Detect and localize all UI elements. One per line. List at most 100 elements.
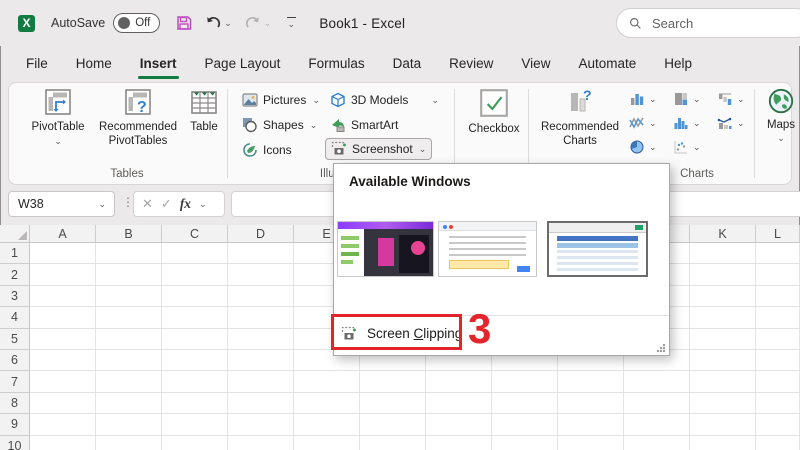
recommended-charts-button[interactable]: ? Recommended Charts xyxy=(537,87,623,149)
row-header-2[interactable]: 2 xyxy=(0,264,30,285)
cell-k1[interactable] xyxy=(690,243,756,264)
cell-d10[interactable] xyxy=(228,436,294,450)
cell-k9[interactable] xyxy=(690,414,756,435)
cell-j8[interactable] xyxy=(624,393,690,414)
row-header-9[interactable]: 9 xyxy=(0,414,30,435)
cell-i9[interactable] xyxy=(558,414,624,435)
cell-e9[interactable] xyxy=(294,414,360,435)
cell-c3[interactable] xyxy=(162,286,228,307)
icons-button[interactable]: Icons xyxy=(237,139,297,161)
cell-l3[interactable] xyxy=(756,286,800,307)
autosave-toggle[interactable]: Off xyxy=(113,13,160,33)
resize-grip-icon[interactable] xyxy=(656,343,666,353)
cell-b4[interactable] xyxy=(96,307,162,328)
cell-j9[interactable] xyxy=(624,414,690,435)
cell-b2[interactable] xyxy=(96,264,162,285)
cell-i10[interactable] xyxy=(558,436,624,450)
cell-k8[interactable] xyxy=(690,393,756,414)
chevron-down-icon[interactable]: ⌄ xyxy=(264,19,272,28)
waterfall-chart-button[interactable]: ⌄ xyxy=(717,91,745,107)
tab-data[interactable]: Data xyxy=(379,50,436,77)
cell-k7[interactable] xyxy=(690,371,756,392)
cell-b8[interactable] xyxy=(96,393,162,414)
tab-formulas[interactable]: Formulas xyxy=(294,50,378,77)
cell-d3[interactable] xyxy=(228,286,294,307)
cell-l2[interactable] xyxy=(756,264,800,285)
checkbox-button[interactable]: Checkbox xyxy=(461,87,527,136)
cell-k3[interactable] xyxy=(690,286,756,307)
tab-file[interactable]: File xyxy=(12,50,62,77)
undo-button[interactable]: ⌄ xyxy=(205,15,232,31)
cell-d8[interactable] xyxy=(228,393,294,414)
cell-a1[interactable] xyxy=(30,243,96,264)
column-header-l[interactable]: L xyxy=(756,225,800,243)
cell-b5[interactable] xyxy=(96,329,162,350)
cell-a8[interactable] xyxy=(30,393,96,414)
chevron-down-icon[interactable]: ⌄ xyxy=(224,19,232,28)
cell-b1[interactable] xyxy=(96,243,162,264)
cell-a6[interactable] xyxy=(30,350,96,371)
cell-e10[interactable] xyxy=(294,436,360,450)
cell-d4[interactable] xyxy=(228,307,294,328)
row-header-8[interactable]: 8 xyxy=(0,393,30,414)
cell-g9[interactable] xyxy=(426,414,492,435)
cell-b9[interactable] xyxy=(96,414,162,435)
window-thumbnail-design-app[interactable] xyxy=(337,221,434,277)
cell-c10[interactable] xyxy=(162,436,228,450)
cell-h10[interactable] xyxy=(492,436,558,450)
cell-b6[interactable] xyxy=(96,350,162,371)
row-header-5[interactable]: 5 xyxy=(0,329,30,350)
tab-view[interactable]: View xyxy=(507,50,564,77)
cell-g7[interactable] xyxy=(426,371,492,392)
cell-a3[interactable] xyxy=(30,286,96,307)
insert-function-button[interactable]: fx xyxy=(180,196,191,212)
cell-d1[interactable] xyxy=(228,243,294,264)
cell-i7[interactable] xyxy=(558,371,624,392)
window-thumbnail-spreadsheet[interactable] xyxy=(547,221,648,277)
cell-g8[interactable] xyxy=(426,393,492,414)
cell-l9[interactable] xyxy=(756,414,800,435)
select-all-button[interactable] xyxy=(0,225,30,243)
row-header-1[interactable]: 1 xyxy=(0,243,30,264)
cell-l5[interactable] xyxy=(756,329,800,350)
column-header-b[interactable]: B xyxy=(96,225,162,243)
cell-c6[interactable] xyxy=(162,350,228,371)
cell-a7[interactable] xyxy=(30,371,96,392)
maps-button[interactable]: Maps ⌄ xyxy=(761,87,800,143)
name-box[interactable]: W38 ⌄ xyxy=(8,191,115,217)
cell-i8[interactable] xyxy=(558,393,624,414)
cell-c2[interactable] xyxy=(162,264,228,285)
tab-home[interactable]: Home xyxy=(62,50,126,77)
cell-h9[interactable] xyxy=(492,414,558,435)
cell-k2[interactable] xyxy=(690,264,756,285)
cell-l10[interactable] xyxy=(756,436,800,450)
row-header-4[interactable]: 4 xyxy=(0,307,30,328)
column-header-k[interactable]: K xyxy=(690,225,756,243)
table-button[interactable]: Table xyxy=(182,87,226,134)
cell-c5[interactable] xyxy=(162,329,228,350)
cell-h7[interactable] xyxy=(492,371,558,392)
3d-models-button[interactable]: 3D Models ⌄ xyxy=(325,89,444,111)
cell-d5[interactable] xyxy=(228,329,294,350)
cell-a10[interactable] xyxy=(30,436,96,450)
column-header-a[interactable]: A xyxy=(30,225,96,243)
cell-a2[interactable] xyxy=(30,264,96,285)
tab-review[interactable]: Review xyxy=(435,50,507,77)
cell-c7[interactable] xyxy=(162,371,228,392)
chevron-down-icon[interactable]: ⌄ xyxy=(98,200,106,209)
column-header-d[interactable]: D xyxy=(228,225,294,243)
search-input[interactable]: Search xyxy=(616,8,800,38)
column-header-c[interactable]: C xyxy=(162,225,228,243)
cell-a9[interactable] xyxy=(30,414,96,435)
cancel-icon[interactable]: ✕ xyxy=(142,196,153,212)
cell-a4[interactable] xyxy=(30,307,96,328)
cell-f7[interactable] xyxy=(360,371,426,392)
cell-f8[interactable] xyxy=(360,393,426,414)
cell-b7[interactable] xyxy=(96,371,162,392)
cell-g10[interactable] xyxy=(426,436,492,450)
row-header-3[interactable]: 3 xyxy=(0,286,30,307)
window-thumbnail-document[interactable] xyxy=(438,221,537,277)
histogram-chart-button[interactable]: ⌄ xyxy=(673,115,701,131)
combo-chart-button[interactable]: ⌄ xyxy=(717,115,745,131)
cell-l8[interactable] xyxy=(756,393,800,414)
